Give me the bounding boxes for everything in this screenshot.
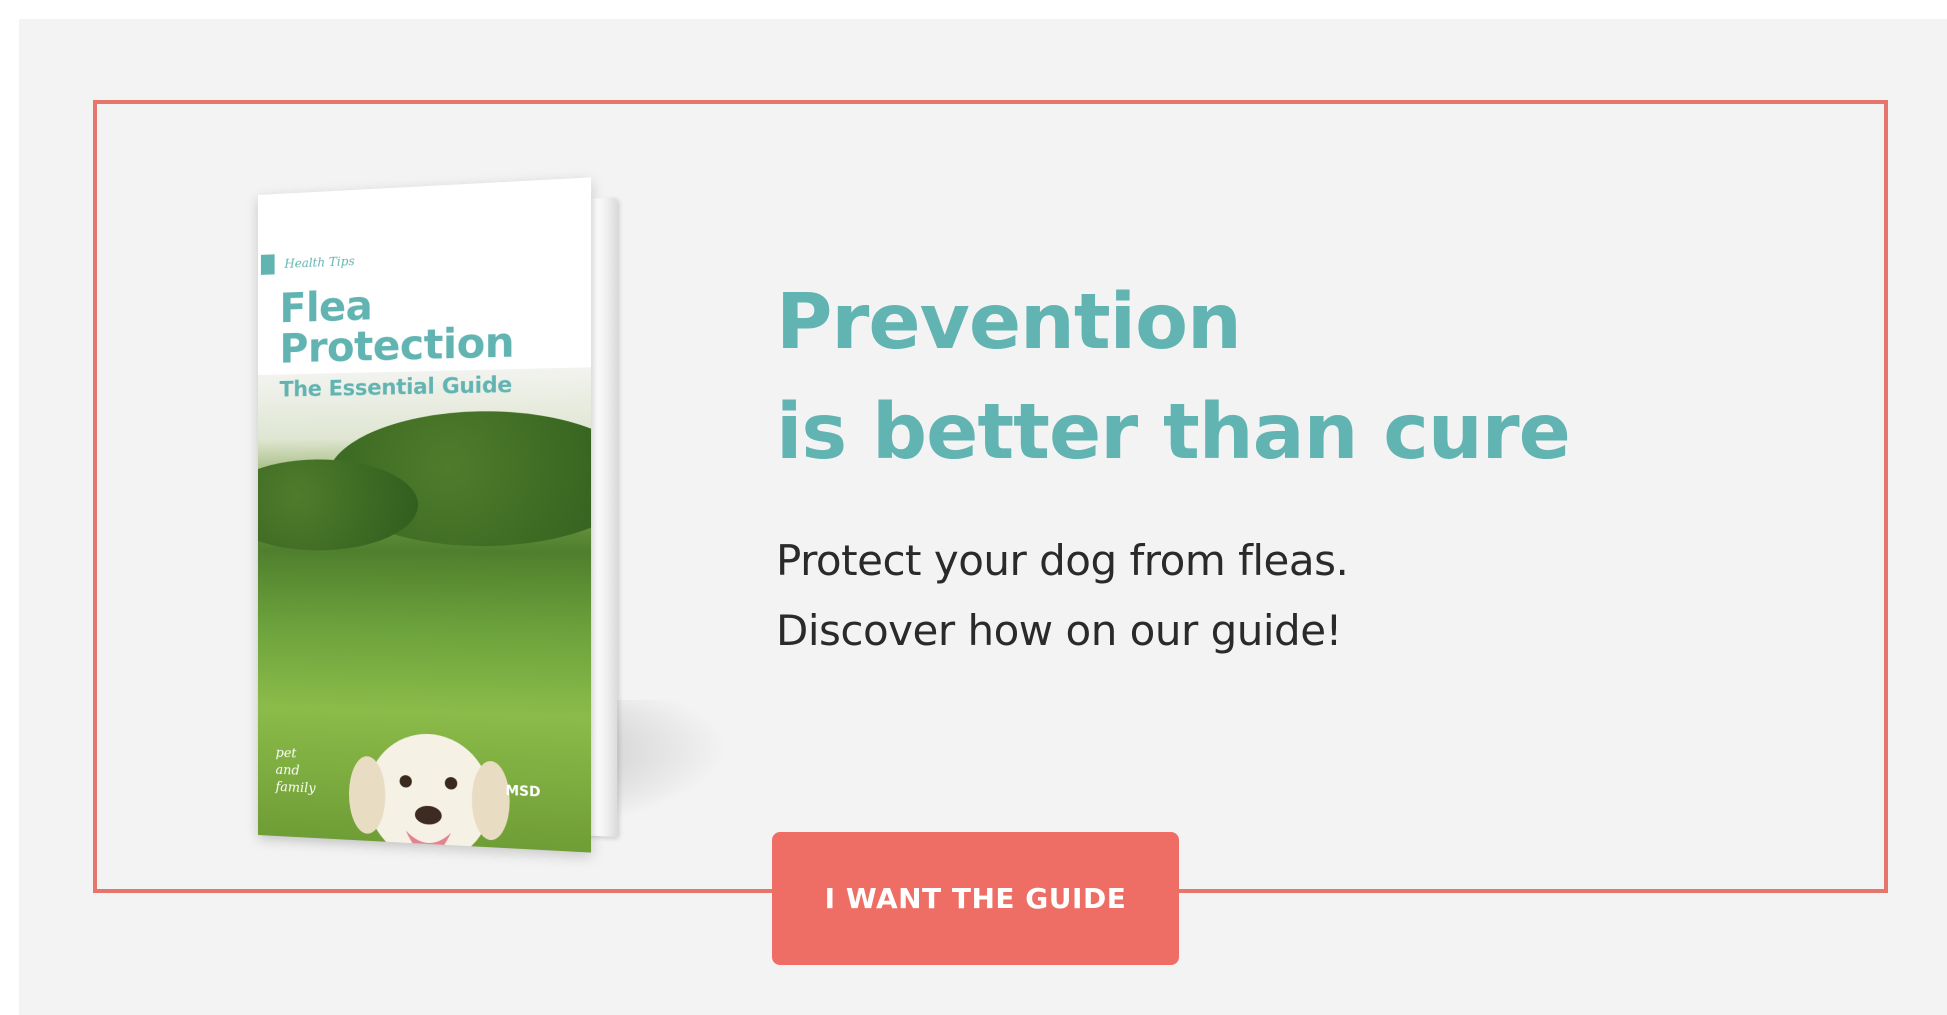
cover-brand-line1: pet	[275, 745, 297, 762]
dog-illustration	[348, 731, 510, 853]
cover-brand-logo: pet and family	[276, 746, 316, 799]
cover-tag-marker	[260, 254, 275, 275]
headline: Prevention is better than cure	[776, 268, 1571, 488]
cover-subtitle: The Essential Guide	[279, 372, 513, 402]
headline-line1: Prevention	[776, 278, 1242, 367]
headline-line2: is better than cure	[776, 388, 1571, 477]
cover-brand-line3: family	[275, 779, 316, 797]
book-cover: Health Tips Flea Protection The Essentia…	[258, 177, 592, 853]
cover-brand-line2: and	[275, 762, 300, 779]
cover-publisher-logo: MSD	[505, 783, 541, 801]
guide-book-image: Health Tips Flea Protection The Essentia…	[258, 176, 622, 854]
cover-title-line2: Protection	[279, 319, 515, 373]
description-line1: Protect your dog from fleas.	[776, 536, 1349, 585]
cover-tag-text: Health Tips	[284, 253, 355, 271]
cover-title: Flea Protection The Essential Guide	[279, 280, 515, 402]
cover-tag: Health Tips	[260, 251, 355, 275]
description-line2: Discover how on our guide!	[776, 606, 1342, 655]
want-guide-button[interactable]: I WANT THE GUIDE	[772, 832, 1179, 965]
description: Protect your dog from fleas. Discover ho…	[776, 526, 1349, 666]
